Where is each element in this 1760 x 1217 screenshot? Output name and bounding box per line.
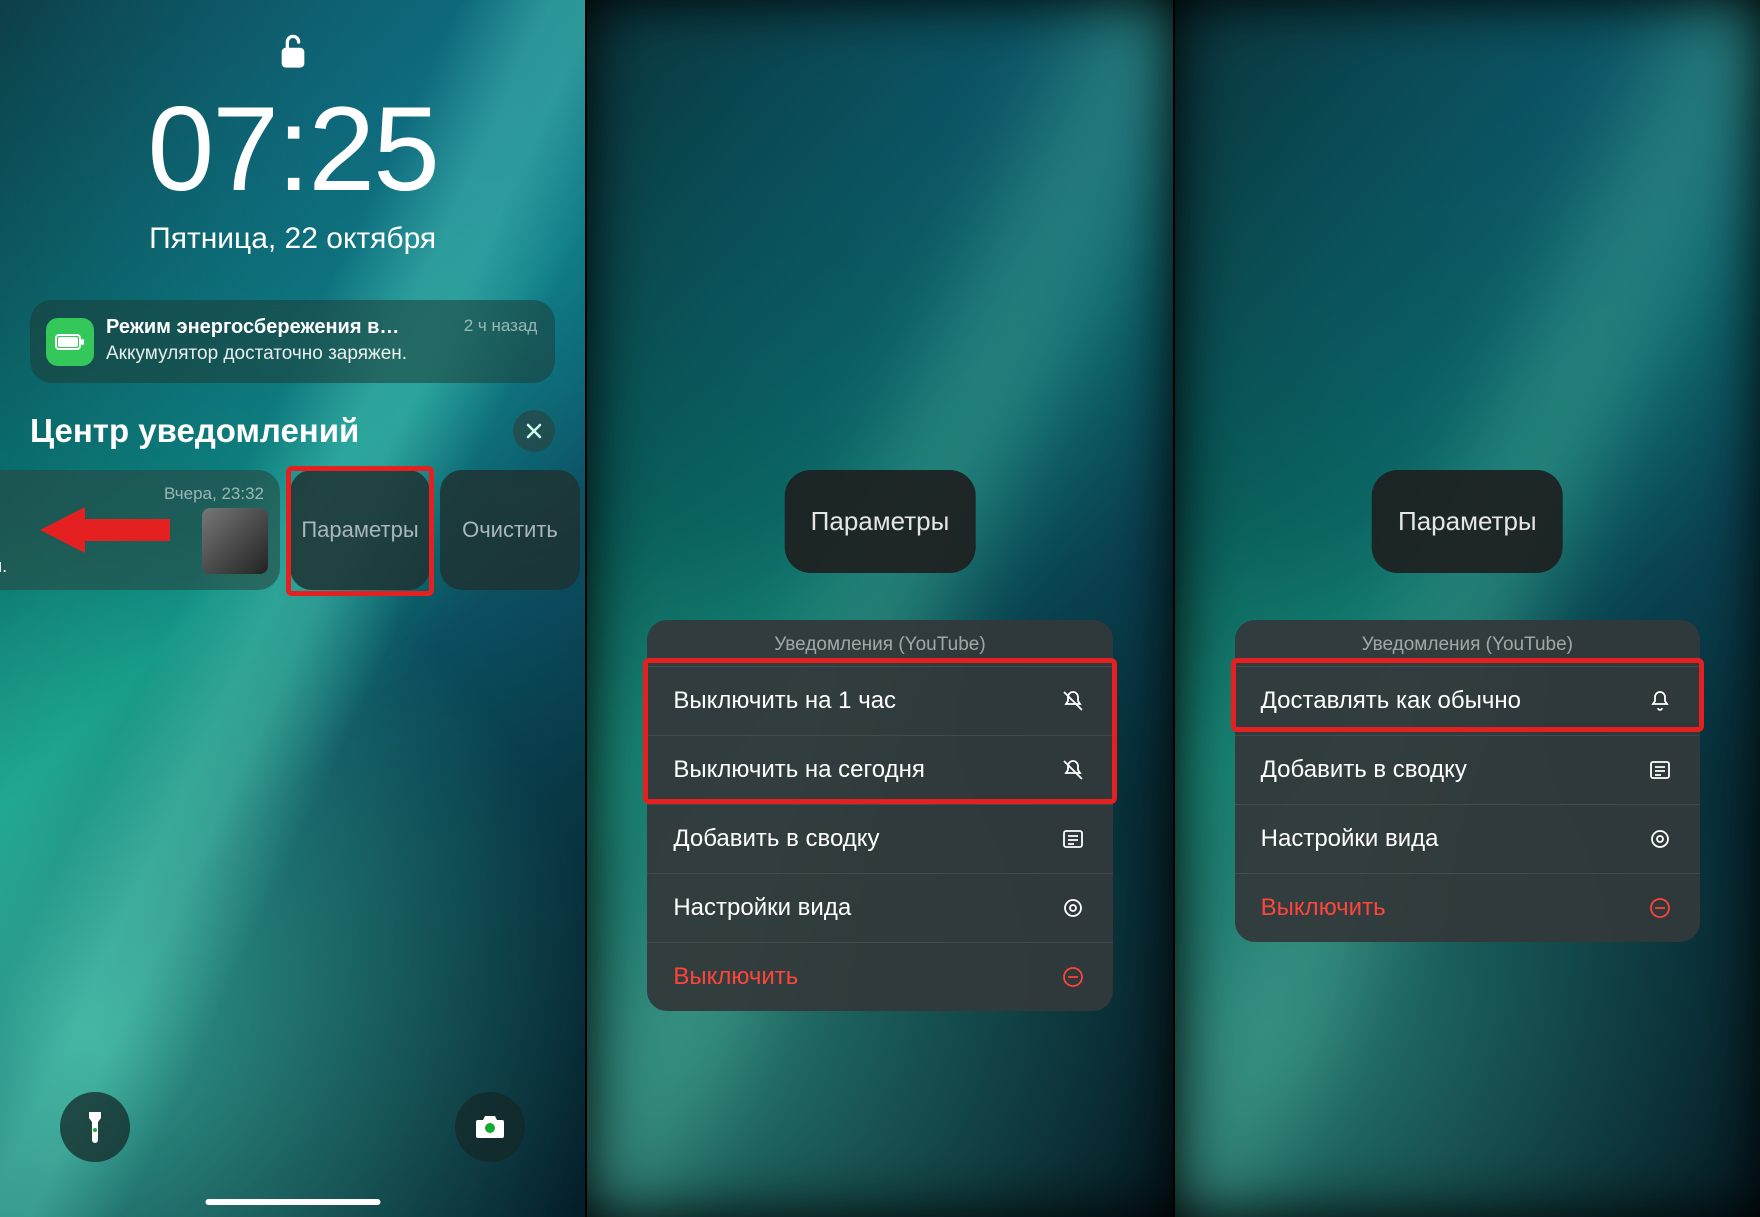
option-label: Настройки вида <box>1261 825 1439 853</box>
params-chip-label: Параметры <box>1398 506 1537 536</box>
options-panel-deliver: Параметры Уведомления (YouTube) Доставля… <box>1173 0 1760 1217</box>
swipe-action-clear[interactable]: Очистить <box>440 470 580 590</box>
option-label: Выключить <box>673 963 798 991</box>
annotation-highlight <box>286 466 434 596</box>
option-add-summary[interactable]: Добавить в сводку <box>647 804 1112 873</box>
notification-title: Режим энергосбережения в… <box>106 316 399 338</box>
gear-icon <box>1646 827 1674 851</box>
wallpaper <box>587 0 1172 1217</box>
lockscreen-panel: 07:25 Пятница, 22 октября Режим энергосб… <box>0 0 585 1217</box>
minus-circle-icon <box>1646 896 1674 920</box>
option-turn-off[interactable]: Выключить <box>1235 873 1700 942</box>
unlock-icon <box>276 30 310 79</box>
params-chip[interactable]: Параметры <box>785 470 976 573</box>
minus-circle-icon <box>1059 965 1087 989</box>
flashlight-button[interactable] <box>60 1092 130 1162</box>
options-panel-mute: Параметры Уведомления (YouTube) Выключит… <box>585 0 1172 1217</box>
notification-center-header: Центр уведомлений <box>30 410 555 452</box>
option-label: Добавить в сводку <box>673 825 879 853</box>
swipe-action-label: Очистить <box>462 517 558 543</box>
clock-time: 07:25 <box>0 80 585 218</box>
option-add-summary[interactable]: Добавить в сводку <box>1235 735 1700 804</box>
option-view-settings[interactable]: Настройки вида <box>647 873 1112 942</box>
annotation-highlight <box>1231 658 1704 732</box>
notification-card[interactable]: Режим энергосбережения в… 2 ч назад Акку… <box>30 300 555 383</box>
wallpaper <box>1175 0 1760 1217</box>
notification-center-title: Центр уведомлений <box>30 412 359 450</box>
params-chip[interactable]: Параметры <box>1372 470 1563 573</box>
gear-icon <box>1059 896 1087 920</box>
params-chip-label: Параметры <box>811 506 950 536</box>
swiped-line: аботая на себя. <box>0 556 7 576</box>
swiped-timestamp: Вчера, 23:32 <box>0 484 264 504</box>
battery-icon <box>46 318 94 366</box>
clock-date: Пятница, 22 октября <box>0 222 585 256</box>
option-turn-off[interactable]: Выключить <box>647 942 1112 1011</box>
notification-age: 2 ч назад <box>464 316 538 336</box>
option-view-settings[interactable]: Настройки вида <box>1235 804 1700 873</box>
home-indicator[interactable] <box>205 1199 380 1205</box>
camera-button[interactable] <box>455 1092 525 1162</box>
option-label: Выключить <box>1261 894 1386 922</box>
annotation-arrow-icon <box>40 505 170 555</box>
notification-thumbnail <box>202 508 268 574</box>
annotation-highlight <box>643 658 1116 804</box>
notification-body: Аккумулятор достаточно заряжен. <box>106 343 537 365</box>
news-icon <box>1059 827 1087 851</box>
option-label: Добавить в сводку <box>1261 756 1467 784</box>
option-label: Настройки вида <box>673 894 851 922</box>
news-icon <box>1646 758 1674 782</box>
close-button[interactable] <box>513 410 555 452</box>
